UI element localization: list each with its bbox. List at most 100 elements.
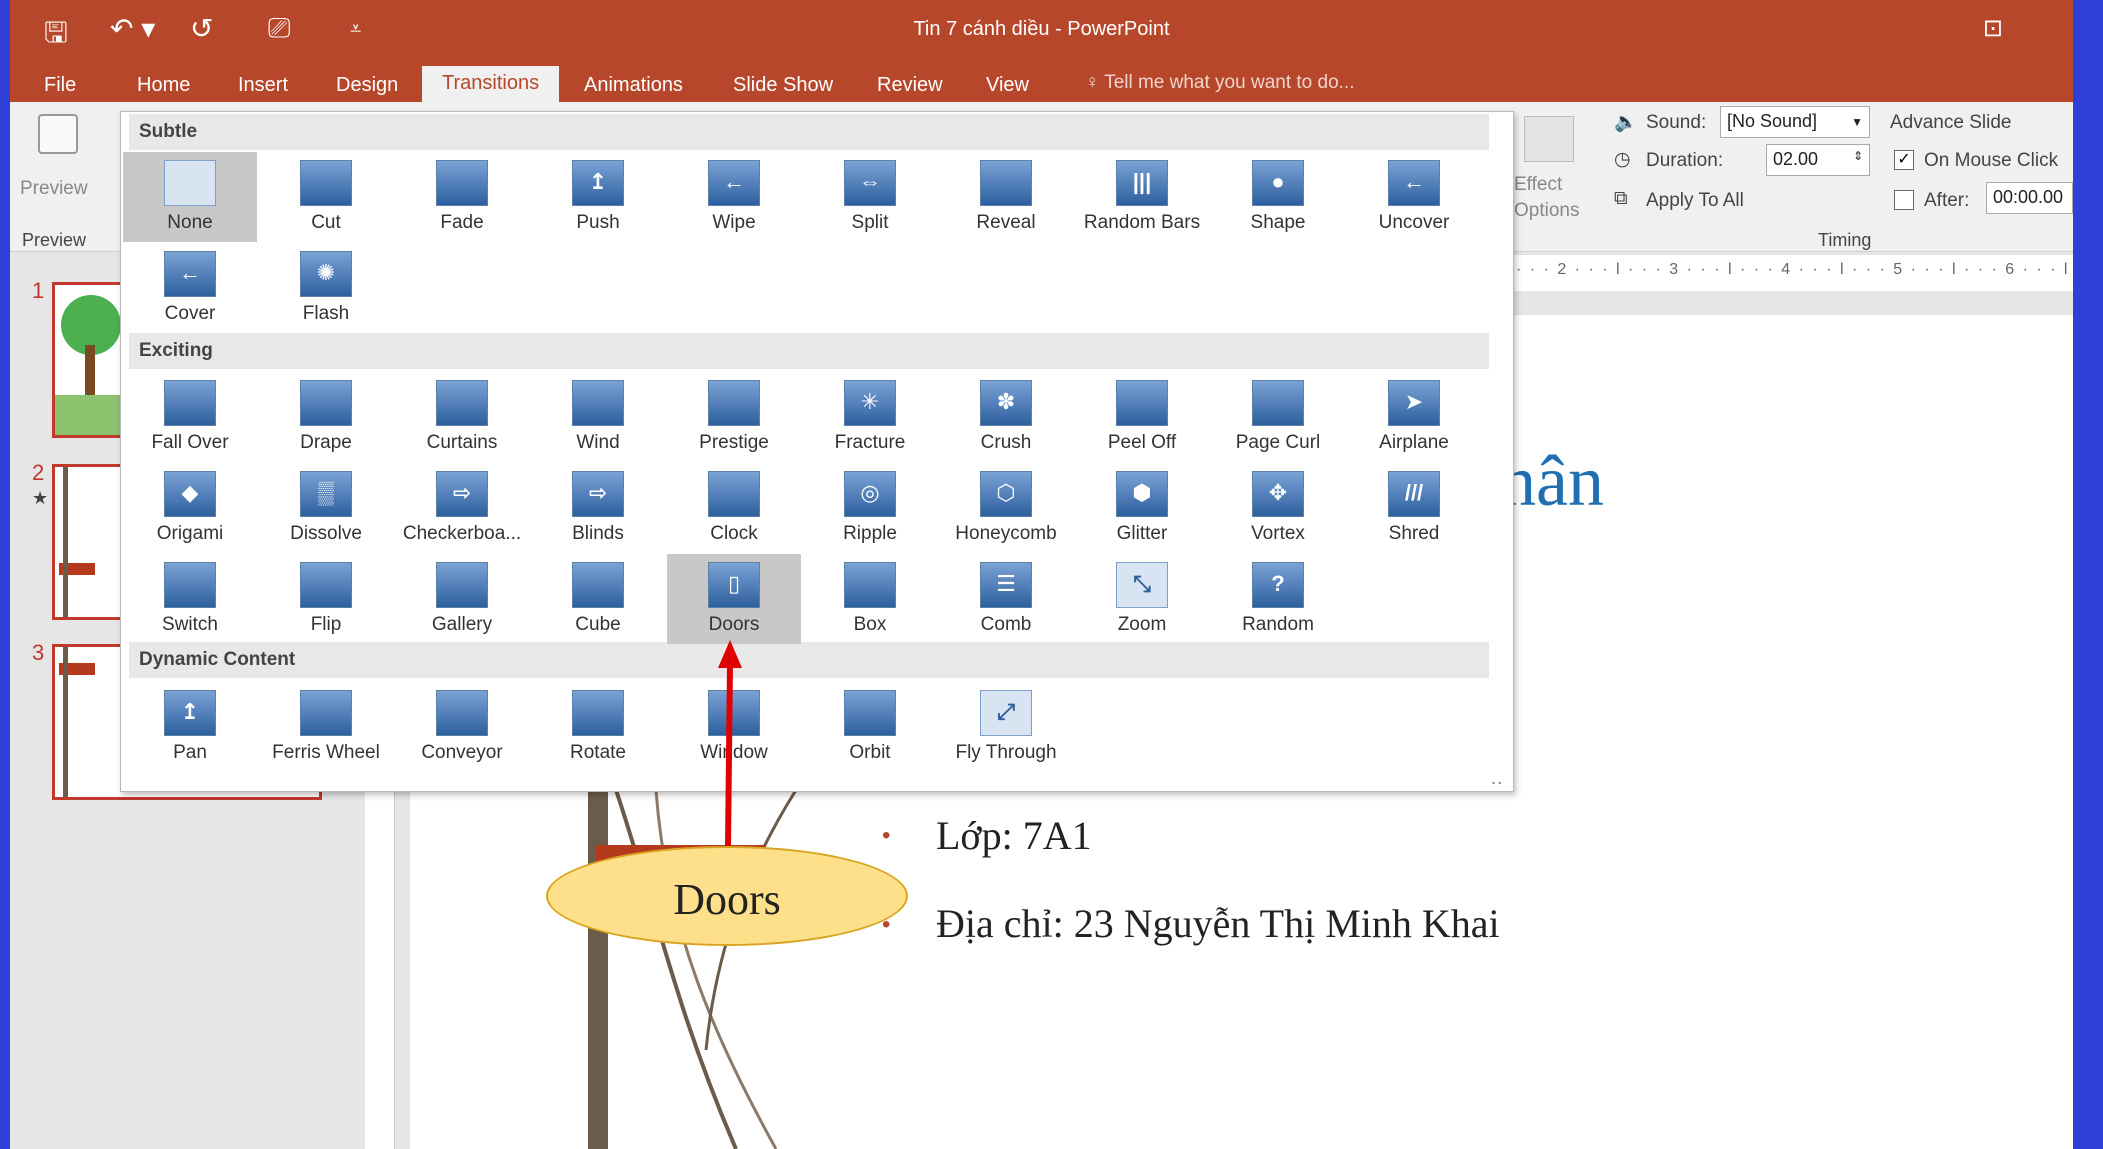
transition-cube[interactable]: Cube	[531, 554, 665, 644]
transition-page-curl[interactable]: Page Curl	[1211, 372, 1345, 462]
preview-button[interactable]: Preview	[18, 110, 88, 200]
transition-curtains[interactable]: Curtains	[395, 372, 529, 462]
transition-label: Crush	[980, 432, 1032, 453]
transition-checkerboard[interactable]: ⇨ Checkerboa...	[395, 463, 529, 553]
push-icon: ↥	[572, 160, 624, 206]
bullet-text[interactable]: Địa chỉ: 23 Nguyễn Thị Minh Khai	[936, 900, 1500, 947]
transition-wipe[interactable]: ← Wipe	[667, 152, 801, 242]
transition-label: Wipe	[712, 212, 756, 233]
after-input[interactable]: 00:00.00	[1986, 182, 2073, 214]
ferris-wheel-icon	[300, 690, 352, 736]
preview-label: Preview	[20, 178, 88, 199]
transition-box[interactable]: Box	[803, 554, 937, 644]
transition-cover[interactable]: ← Cover	[123, 243, 257, 333]
clock-icon: ◷	[1614, 149, 1631, 170]
duration-input[interactable]: 02.00 ⇕	[1766, 144, 1870, 176]
transition-prestige[interactable]: Prestige	[667, 372, 801, 462]
transition-shape[interactable]: ● Shape	[1211, 152, 1345, 242]
transition-dissolve[interactable]: ▒ Dissolve	[259, 463, 393, 553]
transition-ripple[interactable]: ◎ Ripple	[803, 463, 937, 553]
tab-home[interactable]: Home	[137, 68, 190, 102]
transition-honeycomb[interactable]: ⬡ Honeycomb	[939, 463, 1073, 553]
tab-slide-show[interactable]: Slide Show	[733, 68, 833, 102]
transition-wind[interactable]: Wind	[531, 372, 665, 462]
transition-rotate[interactable]: Rotate	[531, 682, 665, 772]
spinner-icon[interactable]: ⇕	[1853, 149, 1863, 163]
shred-icon: ///	[1388, 471, 1440, 517]
transition-zoom[interactable]: ⤡ Zoom	[1075, 554, 1209, 644]
transition-switch[interactable]: Switch	[123, 554, 257, 644]
transition-blinds[interactable]: ⇨ Blinds	[531, 463, 665, 553]
transition-fall-over[interactable]: Fall Over	[123, 372, 257, 462]
transition-comb[interactable]: ☰ Comb	[939, 554, 1073, 644]
tab-review[interactable]: Review	[877, 68, 943, 102]
sound-dropdown[interactable]: [No Sound] ▼	[1720, 106, 1870, 138]
transition-label: Box	[853, 614, 887, 635]
transition-label: Ferris Wheel	[272, 742, 380, 763]
transition-split[interactable]: ⇔ Split	[803, 152, 937, 242]
question-icon: ?	[1252, 562, 1304, 608]
peel-off-icon	[1116, 380, 1168, 426]
transition-fly-through[interactable]: ⤢ Fly Through	[939, 682, 1073, 772]
vertical-ruler	[365, 780, 395, 1149]
transition-peel-off[interactable]: Peel Off	[1075, 372, 1209, 462]
transition-flash[interactable]: ✺ Flash	[259, 243, 393, 333]
animation-star-icon: ★	[32, 488, 49, 508]
transition-fracture[interactable]: ✳ Fracture	[803, 372, 937, 462]
transition-random-bars[interactable]: ||| Random Bars	[1075, 152, 1209, 242]
transition-vortex[interactable]: ✥ Vortex	[1211, 463, 1345, 553]
effect-options-button[interactable]: Effect Options	[1514, 112, 1584, 222]
transition-conveyor[interactable]: Conveyor	[395, 682, 529, 772]
tab-design[interactable]: Design	[336, 68, 398, 102]
transition-airplane[interactable]: ➤ Airplane	[1347, 372, 1481, 462]
apply-to-all-button[interactable]: Apply To All	[1646, 190, 1744, 212]
transition-orbit[interactable]: Orbit	[803, 682, 937, 772]
after-checkbox[interactable]	[1894, 190, 1914, 210]
slide-number: 2	[32, 460, 45, 485]
timing-group-label: Timing	[1818, 230, 1872, 250]
tab-view[interactable]: View	[986, 68, 1029, 102]
on-mouse-click-label: On Mouse Click	[1924, 150, 2059, 171]
tab-animations[interactable]: Animations	[584, 68, 683, 102]
effect-options-label: Effect Options	[1514, 174, 1580, 221]
transition-label: Fall Over	[151, 432, 229, 453]
transition-flip[interactable]: Flip	[259, 554, 393, 644]
transition-fade[interactable]: Fade	[395, 152, 529, 242]
on-mouse-click-checkbox[interactable]: ✓	[1894, 150, 1914, 170]
transition-drape[interactable]: Drape	[259, 372, 393, 462]
tab-transitions[interactable]: Transitions	[422, 66, 560, 102]
slide-number: 3	[32, 640, 45, 665]
transition-label: Shape	[1250, 212, 1306, 233]
transition-random[interactable]: ? Random	[1211, 554, 1345, 644]
transition-origami[interactable]: ◆ Origami	[123, 463, 257, 553]
slide-heading[interactable]: hân	[1500, 440, 1604, 523]
transition-glitter[interactable]: ⬢ Glitter	[1075, 463, 1209, 553]
duration-value: 02.00	[1773, 149, 1819, 169]
transition-gallery[interactable]: Gallery	[395, 554, 529, 644]
powerpoint-window: 🖫 ↶ ▾ ↺ ⎚ ⩡ Tin 7 cánh diều - PowerPoint…	[10, 0, 2073, 1149]
transition-shred[interactable]: /// Shred	[1347, 463, 1481, 553]
transition-uncover[interactable]: ← Uncover	[1347, 152, 1481, 242]
transition-label: Vortex	[1251, 523, 1305, 544]
resize-grip-icon[interactable]: ⠠⠄	[1486, 772, 1507, 789]
chevron-down-icon: ▼	[1851, 115, 1863, 129]
transition-cut[interactable]: Cut	[259, 152, 393, 242]
transition-label: Flash	[302, 303, 350, 324]
gallery-icon	[436, 562, 488, 608]
transition-push[interactable]: ↥ Push	[531, 152, 665, 242]
ribbon-display-options-icon[interactable]: ⊡	[1983, 14, 2003, 43]
transition-clock[interactable]: Clock	[667, 463, 801, 553]
transition-doors[interactable]: ▯ Doors	[667, 554, 801, 644]
callout-text: Doors	[673, 875, 781, 924]
tell-me-box[interactable]: ♀ Tell me what you want to do...	[1085, 72, 1354, 94]
transition-label: Cover	[164, 303, 216, 324]
transition-crush[interactable]: ✽ Crush	[939, 372, 1073, 462]
transition-ferris-wheel[interactable]: Ferris Wheel	[259, 682, 393, 772]
tab-insert[interactable]: Insert	[238, 68, 288, 102]
transition-pan[interactable]: ↥ Pan	[123, 682, 257, 772]
bullet-text[interactable]: Lớp: 7A1	[936, 812, 1092, 859]
tab-file[interactable]: File	[44, 68, 76, 102]
section-header-subtle: Subtle	[129, 114, 1489, 150]
transition-reveal[interactable]: Reveal	[939, 152, 1073, 242]
transition-none[interactable]: None	[123, 152, 257, 242]
